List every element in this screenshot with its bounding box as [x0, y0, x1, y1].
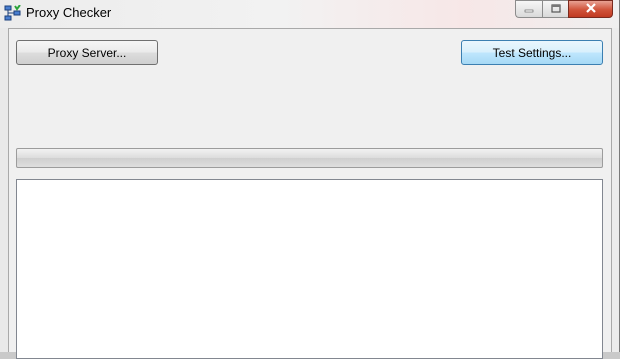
caption-buttons [515, 0, 613, 19]
minimize-button[interactable] [515, 0, 542, 18]
proxy-server-button[interactable]: Proxy Server... [16, 40, 158, 65]
minimize-icon [524, 0, 534, 18]
results-log[interactable] [16, 179, 603, 359]
proxy-checker-window: Proxy Checker Proxy Server... Test Setti… [0, 0, 620, 359]
window-title: Proxy Checker [26, 5, 112, 20]
proxy-network-icon [4, 4, 21, 22]
close-button[interactable] [568, 0, 613, 18]
maximize-icon [550, 0, 561, 18]
test-settings-button[interactable]: Test Settings... [461, 40, 603, 65]
progress-bar [16, 148, 603, 168]
maximize-button[interactable] [542, 0, 568, 18]
close-icon [585, 0, 597, 18]
title-bar[interactable]: Proxy Checker [0, 0, 619, 28]
client-area: Proxy Server... Test Settings... [8, 28, 612, 359]
